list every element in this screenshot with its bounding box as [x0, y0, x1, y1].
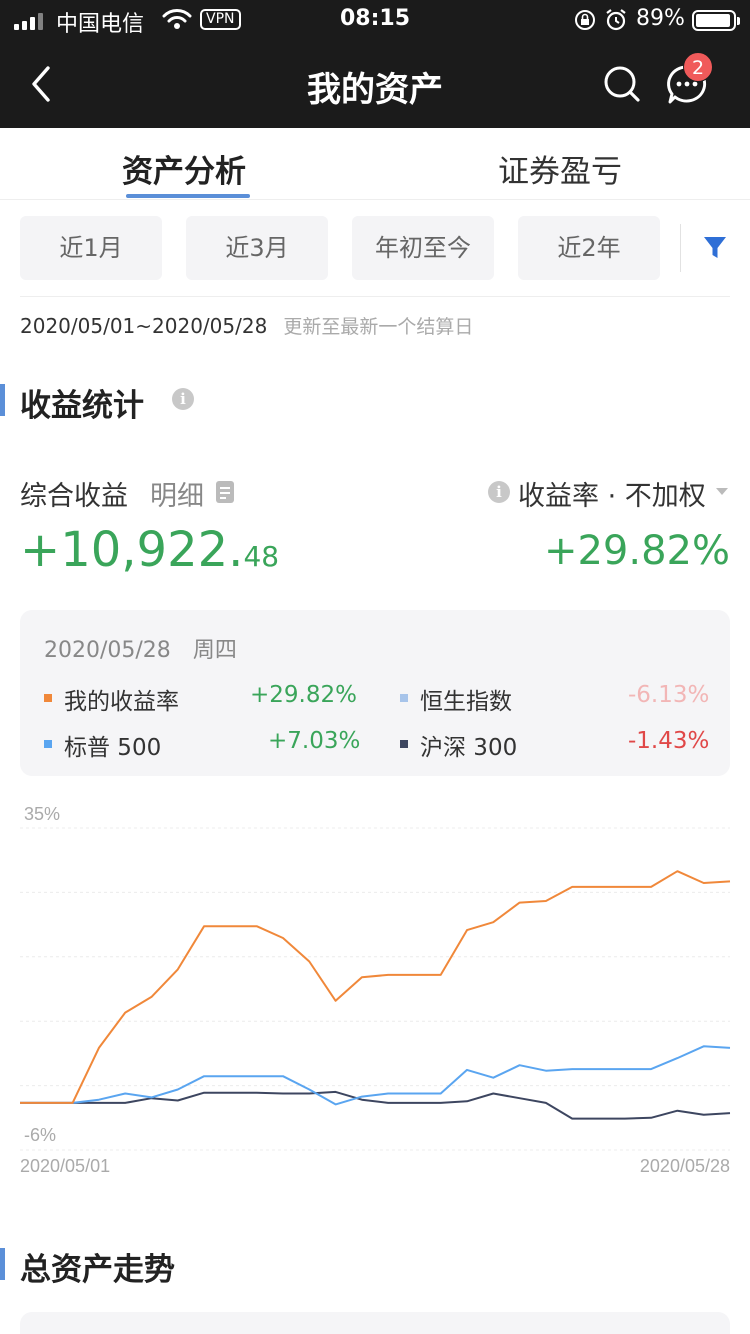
info-icon[interactable]: i: [488, 481, 510, 503]
legend-value: +7.03%: [268, 728, 361, 754]
rotation-lock-icon: [575, 10, 595, 30]
chart-canvas: 35% -6% 2020/05/01 2020/05/28: [20, 804, 731, 1176]
legend-weekday: 周四: [192, 638, 237, 663]
legend-item[interactable]: 我的收益率 +29.82%: [44, 682, 364, 715]
legend-value: -6.13%: [628, 682, 710, 708]
range-ytd-button[interactable]: 年初至今: [352, 216, 494, 280]
info-icon[interactable]: i: [172, 388, 194, 410]
total-income-value: +10,922.48: [20, 522, 279, 578]
return-rate-value: +29.82%: [543, 528, 730, 574]
date-range: 2020/05/01~2020/05/28 更新至最新一个结算日: [20, 312, 473, 339]
range-1m-button[interactable]: 近1月: [20, 216, 162, 280]
nav-bar: 我的资产 2: [0, 40, 750, 128]
alarm-icon: [606, 9, 626, 31]
y-tick-label: 35%: [24, 804, 60, 824]
summary-row: 综合收益 明细 i 收益率 · 不加权: [20, 474, 730, 514]
section-income-stats: 收益统计 i: [0, 380, 750, 424]
legend-date: 2020/05/28 周四: [44, 632, 237, 664]
tab-asset-analysis[interactable]: 资产分析: [122, 146, 246, 191]
search-icon[interactable]: [602, 64, 642, 104]
status-bar: 中国电信 VPN 08:15 89%: [0, 0, 750, 40]
legend-color-dot: [44, 740, 52, 748]
legend-item[interactable]: 标普 500 +7.03%: [44, 728, 364, 761]
battery-percent: 89%: [636, 6, 685, 31]
section-asset-trend: 总资产走势: [0, 1244, 750, 1288]
return-line-chart[interactable]: 35% -6% 2020/05/01 2020/05/28: [0, 796, 750, 1186]
legend-name: 标普 500: [64, 735, 162, 761]
asset-trend-card: [20, 1312, 730, 1334]
total-income-label: 综合收益: [20, 481, 128, 512]
legend-name: 沪深 300: [420, 735, 518, 761]
range-2y-button[interactable]: 近2年: [518, 216, 660, 280]
document-icon[interactable]: [216, 481, 234, 503]
filter-icon[interactable]: [702, 234, 728, 262]
battery-icon: [692, 10, 740, 31]
tab-securities-pnl[interactable]: 证券盈亏: [498, 146, 622, 191]
chevron-down-icon[interactable]: [716, 488, 728, 495]
legend-item[interactable]: 恒生指数 -6.13%: [400, 682, 710, 715]
range-divider: [680, 224, 681, 272]
message-badge: 2: [683, 52, 713, 82]
legend-value: -1.43%: [628, 728, 710, 754]
range-3m-button[interactable]: 近3月: [186, 216, 328, 280]
date-range-note: 更新至最新一个结算日: [283, 316, 474, 338]
legend-value: +29.82%: [250, 682, 357, 708]
legend-name: 我的收益率: [64, 689, 179, 715]
legend-color-dot: [400, 740, 408, 748]
range-selector: 近1月 近3月 年初至今 近2年: [0, 216, 750, 280]
section-accent-bar: [0, 384, 5, 416]
legend-color-dot: [44, 694, 52, 702]
section-title: 收益统计: [20, 388, 144, 424]
legend-item[interactable]: 沪深 300 -1.43%: [400, 728, 710, 761]
income-decimal: 48: [243, 540, 280, 573]
date-range-text: 2020/05/01~2020/05/28: [20, 314, 268, 338]
section-accent-bar: [0, 1248, 5, 1280]
section-title: 总资产走势: [20, 1252, 175, 1288]
income-integer: +10,922.: [20, 522, 244, 578]
x-tick-label: 2020/05/01: [20, 1156, 110, 1176]
y-tick-label: -6%: [24, 1125, 56, 1145]
series-line: [20, 1045, 731, 1106]
x-tick-label: 2020/05/28: [640, 1156, 730, 1176]
rate-mode-selector[interactable]: 收益率 · 不加权: [518, 474, 706, 513]
divider: [20, 296, 730, 297]
tab-bar: 资产分析 证券盈亏: [0, 128, 750, 200]
legend-name: 恒生指数: [420, 689, 512, 715]
tab-underline: [126, 194, 250, 198]
chart-legend-card: 2020/05/28 周四 我的收益率 +29.82% 恒生指数 -6.13% 标…: [20, 610, 730, 776]
legend-date-text: 2020/05/28: [44, 638, 171, 663]
legend-color-dot: [400, 694, 408, 702]
detail-link[interactable]: 明细: [150, 474, 204, 513]
